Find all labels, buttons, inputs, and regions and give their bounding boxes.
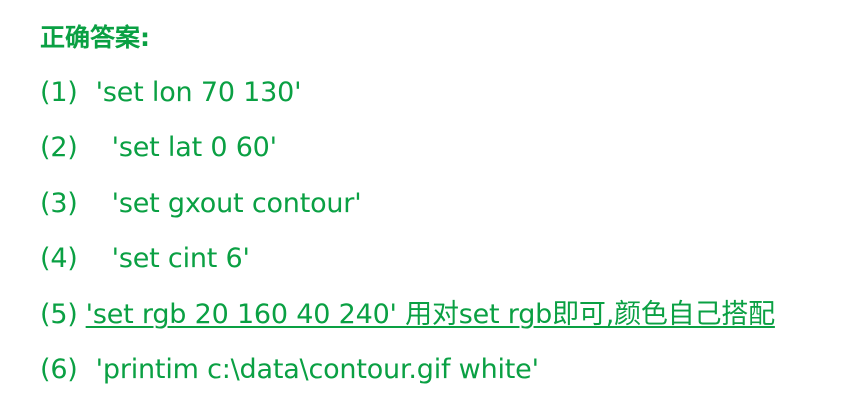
answer-number-5: (5) [40,299,78,330]
answer-text-3: 'set gxout contour' [111,188,362,219]
answer-title: 正确答案: [40,23,150,52]
answer-line-6: (6) 'printim c:\data\contour.gif white' [40,350,539,390]
answer-line-4: (4) 'set cint 6' [40,239,250,279]
answer-number-1: (1) [40,77,78,108]
answer-text-6: 'printim c:\data\contour.gif white' [95,354,539,385]
answer-number-6: (6) [40,354,78,385]
answer-text-2: 'set lat 0 60' [111,132,277,163]
answer-line-5: (5)'set rgb 20 160 40 240' 用对set rgb即可,颜… [40,295,775,335]
answer-number-3: (3) [40,188,78,219]
answer-line-3: (3) 'set gxout contour' [40,184,362,224]
answer-text-5: 'set rgb 20 160 40 240' 用对set rgb即可,颜色自己… [85,299,775,330]
answer-number-4: (4) [40,243,78,274]
answer-number-2: (2) [40,132,78,163]
answer-line-1: (1) 'set lon 70 130' [40,73,302,113]
answer-text-4: 'set cint 6' [111,243,250,274]
answer-line-2: (2) 'set lat 0 60' [40,128,277,168]
answer-text-1: 'set lon 70 130' [95,77,302,108]
